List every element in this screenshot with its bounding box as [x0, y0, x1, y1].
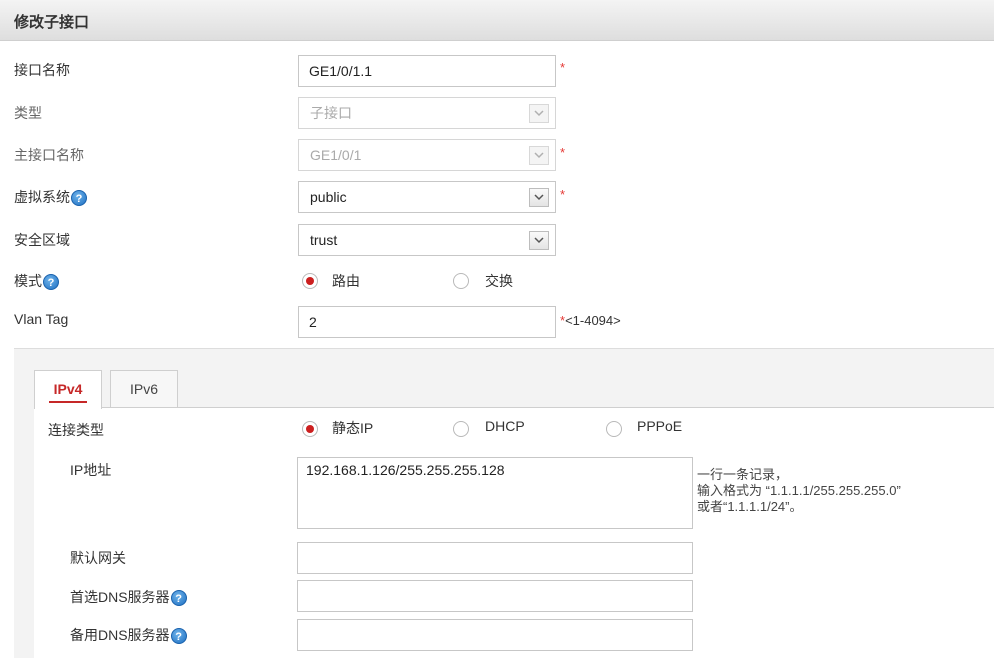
- ip-address-hint-line: 一行一条记录，: [697, 467, 789, 482]
- mode-switching-radio[interactable]: [453, 273, 469, 289]
- help-icon[interactable]: ?: [71, 190, 87, 207]
- tab-ipv6[interactable]: IPv6: [110, 370, 178, 408]
- type-select-value: 子接口: [310, 105, 352, 121]
- virtual-system-required-mark: *: [560, 187, 566, 202]
- chevron-down-icon: [529, 146, 549, 165]
- vlan-tag-input[interactable]: [298, 306, 556, 338]
- ip-address-hint: 一行一条记录， 输入格式为 “1.1.1.1/255.255.255.0” 或者…: [697, 467, 901, 515]
- help-icon[interactable]: ?: [170, 628, 187, 645]
- default-gateway-label: 默认网关: [70, 550, 126, 566]
- virtual-system-label: 虚拟系统?: [14, 187, 87, 207]
- connection-dhcp-label[interactable]: DHCP: [485, 418, 525, 434]
- security-zone-select[interactable]: trust: [298, 224, 556, 256]
- vlan-tag-range: <1-4094>: [565, 313, 621, 328]
- secondary-dns-input[interactable]: [297, 619, 693, 651]
- parent-interface-required-mark: *: [560, 145, 566, 160]
- connection-type-label: 连接类型: [48, 422, 104, 438]
- primary-dns-label-text: 首选DNS服务器: [70, 589, 170, 605]
- security-zone-value: trust: [310, 232, 338, 248]
- type-select: 子接口: [298, 97, 556, 129]
- ip-address-hint-line: 或者“1.1.1.1/24”。: [697, 499, 803, 514]
- ip-address-label: IP地址: [70, 462, 112, 478]
- default-gateway-input[interactable]: [297, 542, 693, 574]
- interface-name-input[interactable]: [298, 55, 556, 87]
- secondary-dns-label: 备用DNS服务器?: [70, 625, 187, 645]
- dialog-header: 修改子接口: [0, 0, 994, 41]
- help-icon[interactable]: ?: [43, 274, 59, 291]
- security-zone-label: 安全区域: [14, 232, 70, 248]
- connection-static-label[interactable]: 静态IP: [332, 418, 373, 438]
- vlan-tag-label: Vlan Tag: [14, 311, 69, 327]
- chevron-down-icon: [529, 104, 549, 123]
- tab-ipv4[interactable]: IPv4: [34, 370, 102, 409]
- mode-label: 模式?: [14, 271, 59, 291]
- secondary-dns-label-text: 备用DNS服务器: [70, 627, 170, 643]
- interface-name-required-mark: *: [560, 60, 566, 75]
- connection-pppoe-label[interactable]: PPPoE: [637, 418, 682, 434]
- type-label: 类型: [14, 105, 42, 121]
- mode-switching-label[interactable]: 交换: [485, 271, 513, 291]
- connection-pppoe-radio[interactable]: [606, 421, 622, 437]
- parent-interface-label: 主接口名称: [14, 147, 84, 163]
- parent-interface-value: GE1/0/1: [310, 147, 362, 163]
- virtual-system-select[interactable]: public: [298, 181, 556, 213]
- chevron-down-icon[interactable]: [529, 188, 549, 207]
- primary-dns-input[interactable]: [297, 580, 693, 612]
- ip-address-textarea[interactable]: 192.168.1.126/255.255.255.128: [297, 457, 693, 529]
- mode-label-text: 模式: [14, 273, 42, 289]
- dialog-title: 修改子接口: [14, 14, 90, 31]
- connection-static-radio[interactable]: [302, 421, 318, 437]
- mode-routing-radio[interactable]: [302, 273, 318, 289]
- vlan-tag-hint: *<1-4094>: [560, 313, 621, 328]
- ip-address-hint-line: 输入格式为 “1.1.1.1/255.255.255.0”: [697, 483, 901, 498]
- interface-name-label: 接口名称: [14, 62, 70, 78]
- virtual-system-label-text: 虚拟系统: [14, 189, 70, 205]
- primary-dns-label: 首选DNS服务器?: [70, 587, 187, 607]
- help-icon[interactable]: ?: [170, 590, 187, 607]
- parent-interface-select: GE1/0/1: [298, 139, 556, 171]
- connection-dhcp-radio[interactable]: [453, 421, 469, 437]
- virtual-system-value: public: [310, 189, 347, 205]
- mode-routing-label[interactable]: 路由: [332, 271, 360, 291]
- chevron-down-icon[interactable]: [529, 231, 549, 250]
